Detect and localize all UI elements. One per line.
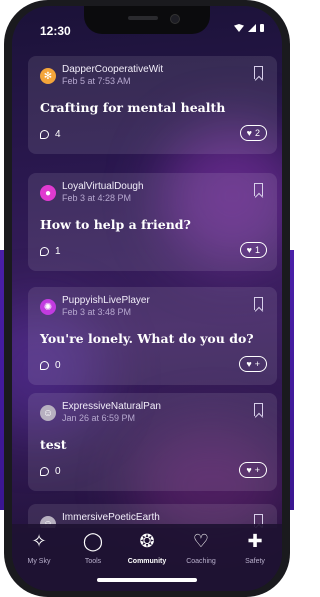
post-card[interactable]: ☺ ExpressiveNaturalPan Jan 26 at 6:59 PM… [28,393,277,491]
heart-icon: ♥ [246,128,252,138]
heart-icon: ♥ [246,245,252,255]
bookmark-icon[interactable] [254,183,263,196]
battery-icon [260,24,264,32]
post-title: How to help a friend? [40,217,191,232]
comment-count[interactable]: 1 [40,246,61,257]
post-date: Jan 26 at 6:59 PM [62,413,136,423]
nav-safety[interactable]: ✚ Safety [228,530,282,565]
sparkle-icon: ✧ [31,531,47,551]
community-feed[interactable]: ✻ DapperCooperativeWit Feb 5 at 7:53 AM … [12,56,282,528]
avatar-icon: ✺ [40,299,56,315]
post-username: DapperCooperativeWit [62,64,164,75]
bookmark-icon[interactable] [254,66,263,79]
like-button[interactable]: ♥ + [239,356,267,372]
bookmark-icon[interactable] [254,297,263,310]
status-time: 12:30 [40,24,71,38]
comment-icon [40,130,49,139]
avatar-icon: ✻ [40,68,56,84]
circle-icon: ◯ [82,531,104,551]
like-button[interactable]: ♥ 2 [239,125,267,141]
avatar-icon: ● [40,185,56,201]
nav-coaching[interactable]: ♡ Coaching [174,530,228,565]
like-button[interactable]: ♥ + [239,462,267,478]
wifi-icon [234,24,244,32]
heart-icon: ♥ [246,465,252,475]
nav-my-sky[interactable]: ✧ My Sky [12,530,66,565]
home-indicator[interactable] [97,578,197,582]
comment-icon [40,467,49,476]
medical-cross-icon: ✚ [247,531,263,551]
comment-icon [40,247,49,256]
status-bar: 12:30 [12,6,282,50]
avatar-icon: ☺ [40,405,56,421]
comment-count[interactable]: 0 [40,360,61,371]
heart-icon: ♥ [246,359,252,369]
post-title: test [40,437,67,452]
phone-frame: 12:30 ✻ DapperCooperativeWit Feb 5 at 7:… [4,0,290,597]
post-date: Feb 5 at 7:53 AM [62,76,131,86]
post-username: ImmersivePoeticEarth [62,512,160,523]
post-date: Feb 3 at 4:28 PM [62,193,132,203]
notch [84,6,210,34]
post-title: You're lonely. What do you do? [40,331,254,346]
post-card[interactable]: ✺ PuppyishLivePlayer Feb 3 at 3:48 PM Yo… [28,287,277,385]
nav-community[interactable]: ❂ Community [120,530,174,565]
post-card[interactable]: ● LoyalVirtualDough Feb 3 at 4:28 PM How… [28,173,277,271]
bookmark-icon[interactable] [254,403,263,416]
heart-icon: ♡ [192,531,210,551]
post-username: LoyalVirtualDough [62,181,144,192]
post-card[interactable]: ✻ DapperCooperativeWit Feb 5 at 7:53 AM … [28,56,277,154]
comment-count[interactable]: 4 [40,129,61,140]
comment-icon [40,361,49,370]
comment-count[interactable]: 0 [40,466,61,477]
post-title: Crafting for mental health [40,100,226,115]
paw-icon: ❂ [139,531,155,551]
post-username: ExpressiveNaturalPan [62,401,161,412]
nav-tools[interactable]: ◯ Tools [66,530,120,565]
signal-icon [248,24,256,32]
post-date: Feb 3 at 3:48 PM [62,307,132,317]
post-username: PuppyishLivePlayer [62,295,150,306]
like-button[interactable]: ♥ 1 [239,242,267,258]
app-screen: 12:30 ✻ DapperCooperativeWit Feb 5 at 7:… [12,6,282,591]
